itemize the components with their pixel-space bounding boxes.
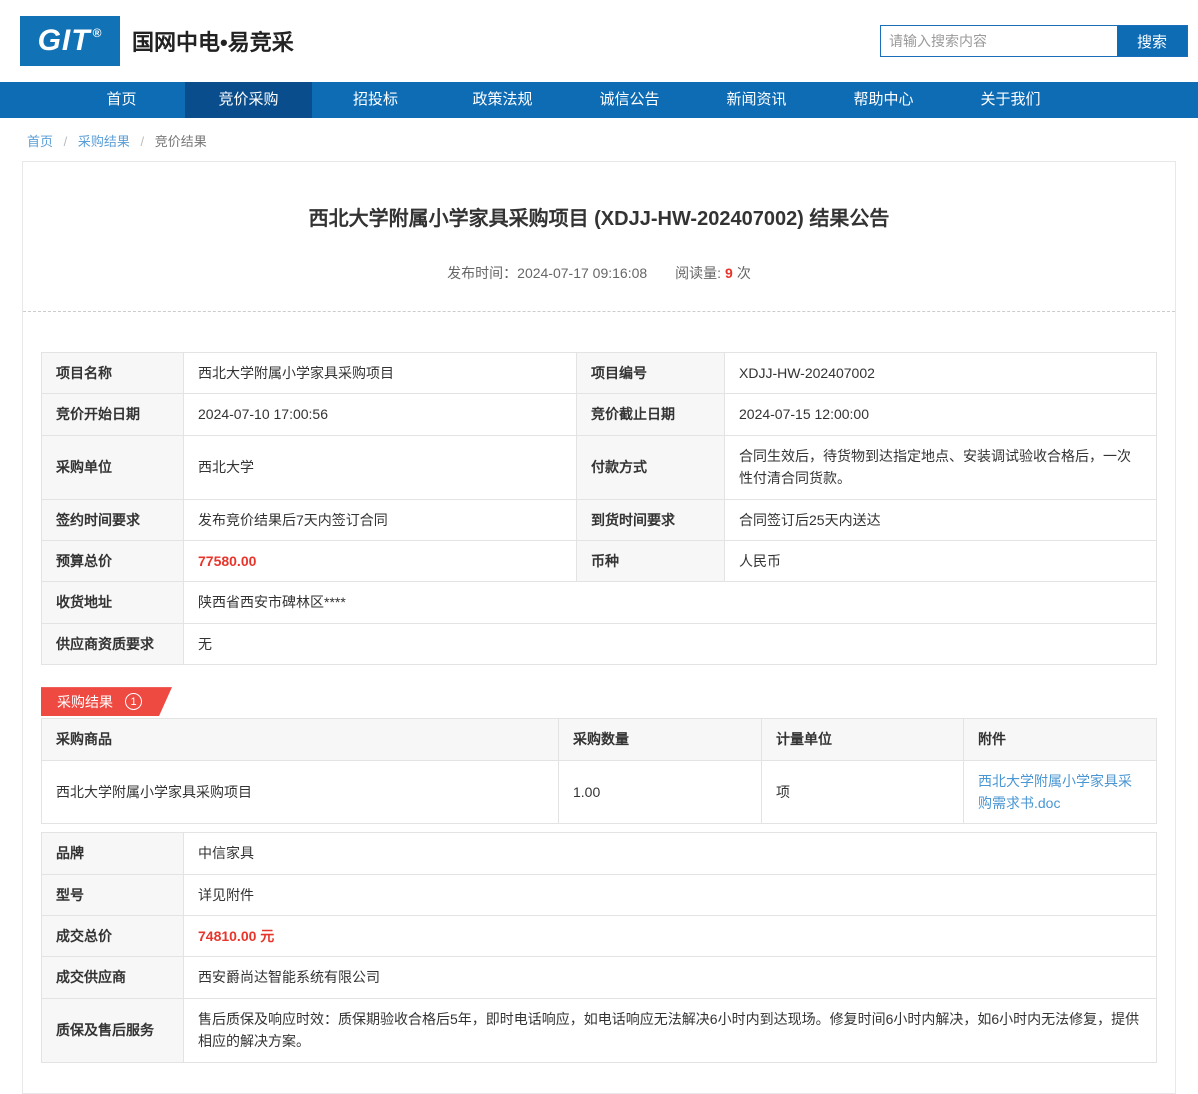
nav-item-integrity-notice[interactable]: 诚信公告 [566, 82, 693, 118]
breadcrumb-separator: / [64, 134, 68, 149]
table-row: 品牌 中信家具 [42, 833, 1157, 874]
table-header-row: 采购商品 采购数量 计量单位 附件 [42, 719, 1157, 760]
bid-start-label: 竞价开始日期 [42, 394, 184, 435]
model-value: 详见附件 [184, 874, 1157, 915]
table-row: 成交总价 74810.00 元 [42, 916, 1157, 957]
table-row: 收货地址 陕西省西安市碑林区**** [42, 582, 1157, 623]
announcement-meta: 发布时间：2024-07-17 09:16:08 阅读量:9次 [23, 263, 1175, 283]
project-code-label: 项目编号 [577, 353, 725, 394]
project-name-value: 西北大学附属小学家具采购项目 [184, 353, 577, 394]
product-unit-value: 项 [762, 760, 964, 824]
bid-deadline-value: 2024-07-15 12:00:00 [725, 394, 1157, 435]
supplier-qualification-label: 供应商资质要求 [42, 623, 184, 664]
table-row: 项目名称 西北大学附属小学家具采购项目 项目编号 XDJJ-HW-2024070… [42, 353, 1157, 394]
signing-time-label: 签约时间要求 [42, 499, 184, 540]
product-quantity-value: 1.00 [559, 760, 762, 824]
project-info-table: 项目名称 西北大学附属小学家具采购项目 项目编号 XDJJ-HW-2024070… [41, 352, 1157, 665]
model-label: 型号 [42, 874, 184, 915]
site-title: 国网中电•易竞采 [132, 25, 880, 57]
search-button[interactable]: 搜索 [1117, 26, 1187, 56]
views-count: 9 [725, 265, 733, 281]
result-detail-table: 品牌 中信家具 型号 详见附件 成交总价 74810.00 元 成交供应商 西安… [41, 832, 1157, 1062]
procurement-result-badge: 采购结果 1 [41, 687, 172, 716]
dashed-divider [23, 311, 1175, 312]
views-unit: 次 [737, 265, 751, 281]
nav-item-tendering[interactable]: 招投标 [312, 82, 439, 118]
payment-method-label: 付款方式 [577, 435, 725, 499]
bid-start-value: 2024-07-10 17:00:56 [184, 394, 577, 435]
warranty-service-label: 质保及售后服务 [42, 998, 184, 1062]
result-badge-label: 采购结果 [57, 692, 113, 712]
project-name-label: 项目名称 [42, 353, 184, 394]
registered-trademark-icon: ® [93, 26, 103, 40]
purchaser-value: 西北大学 [184, 435, 577, 499]
winning-supplier-label: 成交供应商 [42, 957, 184, 998]
budget-total-value: 77580.00 [184, 540, 577, 581]
breadcrumb-home-link[interactable]: 首页 [27, 134, 53, 149]
site-logo[interactable]: GIT® [20, 16, 120, 66]
attachment-doc-link[interactable]: 西北大学附属小学家具采购需求书.doc [978, 773, 1132, 811]
brand-value: 中信家具 [184, 833, 1157, 874]
supplier-qualification-value: 无 [184, 623, 1157, 664]
nav-item-policies[interactable]: 政策法规 [439, 82, 566, 118]
warranty-service-value: 售后质保及响应时效：质保期验收合格后5年，即时电话响应，如电话响应无法解决6小时… [184, 998, 1157, 1062]
breadcrumb-current-page: 竞价结果 [155, 134, 207, 149]
brand-label: 品牌 [42, 833, 184, 874]
winning-supplier-value: 西安爵尚达智能系统有限公司 [184, 957, 1157, 998]
nav-item-home[interactable]: 首页 [58, 82, 185, 118]
table-row: 质保及售后服务 售后质保及响应时效：质保期验收合格后5年，即时电话响应，如电话响… [42, 998, 1157, 1062]
currency-label: 币种 [577, 540, 725, 581]
result-badge-number-icon: 1 [125, 693, 142, 710]
table-row: 型号 详见附件 [42, 874, 1157, 915]
table-row: 供应商资质要求 无 [42, 623, 1157, 664]
project-code-value: XDJJ-HW-202407002 [725, 353, 1157, 394]
bid-deadline-label: 竞价截止日期 [577, 394, 725, 435]
result-product-table: 采购商品 采购数量 计量单位 附件 西北大学附属小学家具采购项目 1.00 项 … [41, 718, 1157, 824]
product-column-header: 采购商品 [42, 719, 559, 760]
deal-total-price-label: 成交总价 [42, 916, 184, 957]
quantity-column-header: 采购数量 [559, 719, 762, 760]
nav-item-help-center[interactable]: 帮助中心 [820, 82, 947, 118]
announcement-title: 西北大学附属小学家具采购项目 (XDJJ-HW-202407002) 结果公告 [23, 202, 1175, 231]
table-row: 签约时间要求 发布竞价结果后7天内签订合同 到货时间要求 合同签订后25天内送达 [42, 499, 1157, 540]
nav-item-about-us[interactable]: 关于我们 [947, 82, 1074, 118]
delivery-address-label: 收货地址 [42, 582, 184, 623]
search-input[interactable] [881, 26, 1117, 56]
breadcrumb: 首页 / 采购结果 / 竞价结果 [27, 131, 1198, 150]
unit-column-header: 计量单位 [762, 719, 964, 760]
deal-total-price-value: 74810.00 元 [184, 916, 1157, 957]
payment-method-value: 合同生效后，待货物到达指定地点、安装调试验收合格后，一次性付清合同货款。 [725, 435, 1157, 499]
nav-item-bidding-procurement[interactable]: 竞价采购 [185, 82, 312, 118]
search-bar: 搜索 [880, 25, 1188, 57]
views-label: 阅读量: [675, 265, 721, 281]
table-row: 西北大学附属小学家具采购项目 1.00 项 西北大学附属小学家具采购需求书.do… [42, 760, 1157, 824]
breadcrumb-separator: / [141, 134, 145, 149]
product-name-value: 西北大学附属小学家具采购项目 [42, 760, 559, 824]
logo-text: GIT [38, 24, 91, 58]
signing-time-value: 发布竞价结果后7天内签订合同 [184, 499, 577, 540]
breadcrumb-procurement-results-link[interactable]: 采购结果 [78, 134, 130, 149]
delivery-time-label: 到货时间要求 [577, 499, 725, 540]
publish-time-value: 2024-07-17 09:16:08 [517, 265, 647, 281]
top-header: GIT® 国网中电•易竞采 搜索 [0, 0, 1198, 82]
main-nav: 首页 竞价采购 招投标 政策法规 诚信公告 新闻资讯 帮助中心 关于我们 [0, 82, 1198, 118]
table-row: 成交供应商 西安爵尚达智能系统有限公司 [42, 957, 1157, 998]
announcement-card: 西北大学附属小学家具采购项目 (XDJJ-HW-202407002) 结果公告 … [22, 161, 1176, 1094]
budget-total-label: 预算总价 [42, 540, 184, 581]
attachment-column-header: 附件 [964, 719, 1157, 760]
delivery-time-value: 合同签订后25天内送达 [725, 499, 1157, 540]
nav-item-news[interactable]: 新闻资讯 [693, 82, 820, 118]
publish-time-label: 发布时间： [447, 265, 517, 281]
purchaser-label: 采购单位 [42, 435, 184, 499]
currency-value: 人民币 [725, 540, 1157, 581]
table-row: 采购单位 西北大学 付款方式 合同生效后，待货物到达指定地点、安装调试验收合格后… [42, 435, 1157, 499]
delivery-address-value: 陕西省西安市碑林区**** [184, 582, 1157, 623]
table-row: 预算总价 77580.00 币种 人民币 [42, 540, 1157, 581]
table-row: 竞价开始日期 2024-07-10 17:00:56 竞价截止日期 2024-0… [42, 394, 1157, 435]
